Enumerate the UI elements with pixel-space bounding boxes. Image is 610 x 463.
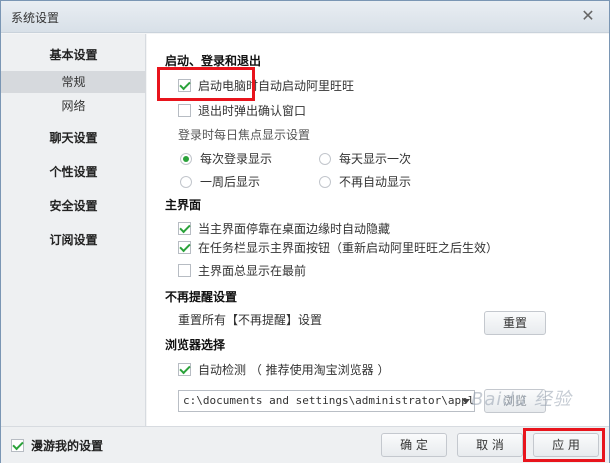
sidebar: 基本设置 常规 网络 聊天设置 个性设置 安全设置 订阅设置 — [1, 34, 146, 426]
taskbar-button-checkbox[interactable]: 在任务栏显示主界面按钮（重新启动阿里旺旺之后生效） — [178, 239, 498, 256]
autostart-checkbox[interactable]: 启动电脑时自动启动阿里旺旺 — [178, 77, 354, 94]
section-main-panel-title: 主界面 — [165, 198, 202, 212]
ok-button[interactable]: 确 定 — [381, 433, 447, 457]
radio-dot[interactable] — [180, 175, 192, 188]
checkbox-check[interactable] — [178, 241, 191, 254]
section-reminder-title: 不再提醒设置 — [165, 290, 238, 304]
title-bar[interactable]: 系统设置 ✕ — [1, 1, 609, 33]
radio-after-week[interactable]: 一周后显示 — [180, 173, 260, 190]
auto-hide-label: 当主界面停靠在桌面边缘时自动隐藏 — [198, 222, 391, 236]
checkbox-check[interactable] — [178, 79, 191, 92]
reminder-desc: 重置所有【不再提醒】设置 — [178, 313, 323, 327]
radio-once-daily[interactable]: 每天显示一次 — [319, 150, 411, 167]
settings-content: 启动、登录和退出 启动电脑时自动启动阿里旺旺 退出时弹出确认窗口 登录时每日焦点… — [147, 34, 609, 426]
radio-label: 不再自动显示 — [339, 175, 412, 189]
exit-confirm-checkbox[interactable]: 退出时弹出确认窗口 — [178, 102, 306, 119]
settings-window: 系统设置 ✕ 基本设置 常规 网络 聊天设置 个性设置 安全设置 订阅设置 启动… — [0, 0, 610, 463]
sidebar-item-basic[interactable]: 基本设置 — [1, 46, 146, 63]
checkbox-box[interactable] — [178, 264, 191, 277]
checkbox-check[interactable] — [11, 439, 24, 452]
focus-settings-title: 登录时每日焦点显示设置 — [178, 128, 311, 142]
always-on-top-checkbox[interactable]: 主界面总显示在最前 — [178, 262, 306, 279]
browser-path-select[interactable]: c:\documents and settings\administrator\… — [178, 390, 475, 412]
footer-bar: 漫游我的设置 确 定 取 消 应 用 — [1, 426, 609, 463]
section-startup-title: 启动、登录和退出 — [165, 54, 262, 68]
section-browser-title: 浏览器选择 — [165, 338, 226, 352]
reset-button[interactable]: 重置 — [484, 311, 546, 335]
sidebar-item-network[interactable]: 网络 — [1, 95, 146, 117]
radio-label: 每天显示一次 — [339, 152, 412, 166]
auto-hide-checkbox[interactable]: 当主界面停靠在桌面边缘时自动隐藏 — [178, 220, 390, 237]
chevron-down-icon[interactable] — [462, 399, 470, 404]
radio-never-show[interactable]: 不再自动显示 — [319, 173, 411, 190]
baidu-watermark: Baidu 经验 — [471, 389, 572, 410]
checkbox-check[interactable] — [178, 363, 191, 376]
sidebar-item-chat[interactable]: 聊天设置 — [1, 129, 146, 146]
radio-label: 每次登录显示 — [200, 152, 273, 166]
checkbox-box[interactable] — [178, 104, 191, 117]
checkbox-check[interactable] — [178, 222, 191, 235]
roam-label: 漫游我的设置 — [31, 439, 104, 453]
apply-button[interactable]: 应 用 — [533, 433, 599, 457]
cancel-button[interactable]: 取 消 — [457, 433, 523, 457]
sidebar-item-general[interactable]: 常规 — [1, 71, 146, 93]
taskbar-button-label: 在任务栏显示主界面按钮（重新启动阿里旺旺之后生效） — [198, 241, 499, 255]
radio-label: 一周后显示 — [200, 175, 261, 189]
autostart-label: 启动电脑时自动启动阿里旺旺 — [198, 79, 355, 93]
auto-detect-checkbox[interactable]: 自动检测 （ 推荐使用淘宝浏览器 ） — [178, 361, 389, 378]
always-on-top-label: 主界面总显示在最前 — [198, 264, 307, 278]
radio-dot[interactable] — [319, 152, 331, 165]
close-icon[interactable]: ✕ — [579, 7, 597, 25]
sidebar-item-security[interactable]: 安全设置 — [1, 197, 146, 214]
auto-detect-label: 自动检测 （ 推荐使用淘宝浏览器 ） — [198, 363, 390, 377]
roam-settings-checkbox[interactable]: 漫游我的设置 — [11, 437, 103, 454]
exit-confirm-label: 退出时弹出确认窗口 — [198, 104, 307, 118]
radio-dot[interactable] — [180, 152, 192, 165]
radio-dot[interactable] — [319, 175, 331, 188]
sidebar-item-personal[interactable]: 个性设置 — [1, 163, 146, 180]
window-title: 系统设置 — [11, 11, 60, 25]
radio-each-login[interactable]: 每次登录显示 — [180, 150, 272, 167]
sidebar-item-subscribe[interactable]: 订阅设置 — [1, 231, 146, 248]
browser-path-value: c:\documents and settings\administrator\… — [183, 394, 475, 407]
